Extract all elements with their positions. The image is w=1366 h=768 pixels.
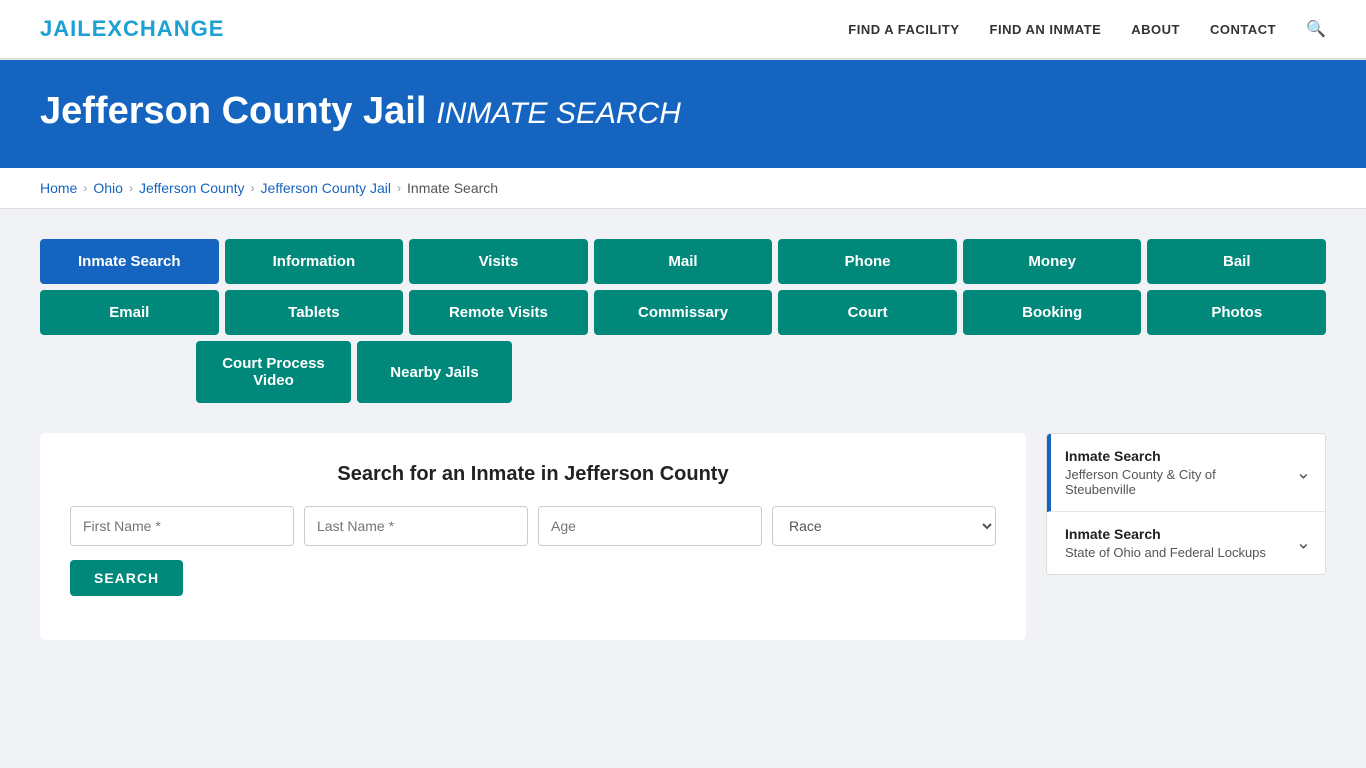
btn-nearby-jails[interactable]: Nearby Jails [357, 341, 512, 403]
breadcrumb-current: Inmate Search [407, 180, 498, 196]
sidebar-item-ohio-subtitle: State of Ohio and Federal Lockups [1065, 545, 1285, 560]
hero-title: Jefferson County Jail INMATE SEARCH [40, 90, 1326, 133]
nav-find-inmate[interactable]: FIND AN INMATE [990, 22, 1102, 37]
lower-section: Search for an Inmate in Jefferson County… [40, 433, 1326, 640]
search-form-title: Search for an Inmate in Jefferson County [70, 463, 996, 486]
breadcrumb-ohio[interactable]: Ohio [93, 180, 123, 196]
nav-about[interactable]: ABOUT [1131, 22, 1180, 37]
main-nav: FIND A FACILITY FIND AN INMATE ABOUT CON… [848, 19, 1326, 39]
btn-bail[interactable]: Bail [1147, 239, 1326, 284]
search-form-box: Search for an Inmate in Jefferson County… [40, 433, 1026, 640]
breadcrumb-sep-3: › [251, 181, 255, 195]
breadcrumb: Home › Ohio › Jefferson County › Jeffers… [40, 180, 1326, 196]
btn-information[interactable]: Information [225, 239, 404, 284]
btn-phone[interactable]: Phone [778, 239, 957, 284]
sidebar-item-ohio-federal[interactable]: Inmate Search State of Ohio and Federal … [1047, 512, 1325, 574]
site-header: JAILEXCHANGE FIND A FACILITY FIND AN INM… [0, 0, 1366, 60]
breadcrumb-jefferson-county-jail[interactable]: Jefferson County Jail [261, 180, 391, 196]
search-icon[interactable]: 🔍 [1306, 19, 1326, 39]
chevron-down-icon: ⌄ [1296, 462, 1311, 483]
sidebar-item-jefferson-title: Inmate Search [1065, 448, 1285, 464]
hero-banner: Jefferson County Jail INMATE SEARCH [0, 60, 1366, 168]
logo-jail: JAIL [40, 16, 92, 41]
age-input[interactable] [538, 506, 762, 546]
last-name-input[interactable] [304, 506, 528, 546]
hero-title-italic: INMATE SEARCH [436, 97, 680, 130]
breadcrumb-sep-2: › [129, 181, 133, 195]
btn-photos[interactable]: Photos [1147, 290, 1326, 335]
sidebar-item-ohio-title: Inmate Search [1065, 526, 1285, 542]
btn-row-2: Email Tablets Remote Visits Commissary C… [40, 290, 1326, 335]
btn-money[interactable]: Money [963, 239, 1142, 284]
btn-mail[interactable]: Mail [594, 239, 773, 284]
site-logo[interactable]: JAILEXCHANGE [40, 16, 224, 42]
breadcrumb-jefferson-county[interactable]: Jefferson County [139, 180, 245, 196]
btn-remote-visits[interactable]: Remote Visits [409, 290, 588, 335]
btn-visits[interactable]: Visits [409, 239, 588, 284]
btn-tablets[interactable]: Tablets [225, 290, 404, 335]
race-select[interactable]: Race White Black Hispanic Asian Other [772, 506, 996, 546]
chevron-down-icon-2: ⌄ [1296, 533, 1311, 554]
btn-booking[interactable]: Booking [963, 290, 1142, 335]
btn-inmate-search[interactable]: Inmate Search [40, 239, 219, 284]
sidebar-item-jefferson-subtitle: Jefferson County & City of Steubenville [1065, 467, 1285, 497]
hero-title-main: Jefferson County Jail [40, 90, 426, 132]
breadcrumb-sep-4: › [397, 181, 401, 195]
btn-email[interactable]: Email [40, 290, 219, 335]
search-button[interactable]: SEARCH [70, 560, 183, 596]
btn-row-1: Inmate Search Information Visits Mail Ph… [40, 239, 1326, 284]
btn-court[interactable]: Court [778, 290, 957, 335]
logo-exchange: EXCHANGE [92, 16, 225, 41]
breadcrumb-sep-1: › [83, 181, 87, 195]
breadcrumb-home[interactable]: Home [40, 180, 77, 196]
first-name-input[interactable] [70, 506, 294, 546]
nav-find-facility[interactable]: FIND A FACILITY [848, 22, 959, 37]
search-button-row: SEARCH [70, 560, 996, 596]
btn-court-process-video[interactable]: Court Process Video [196, 341, 351, 403]
main-content: Inmate Search Information Visits Mail Ph… [0, 209, 1366, 670]
sidebar-item-jefferson-county[interactable]: Inmate Search Jefferson County & City of… [1047, 434, 1325, 512]
search-form-name-row: Race White Black Hispanic Asian Other [70, 506, 996, 546]
btn-commissary[interactable]: Commissary [594, 290, 773, 335]
nav-button-grid: Inmate Search Information Visits Mail Ph… [40, 239, 1326, 403]
sidebar: Inmate Search Jefferson County & City of… [1046, 433, 1326, 575]
nav-contact[interactable]: CONTACT [1210, 22, 1276, 37]
breadcrumb-bar: Home › Ohio › Jefferson County › Jeffers… [0, 168, 1366, 209]
btn-row-3: Court Process Video Nearby Jails [40, 341, 1326, 403]
